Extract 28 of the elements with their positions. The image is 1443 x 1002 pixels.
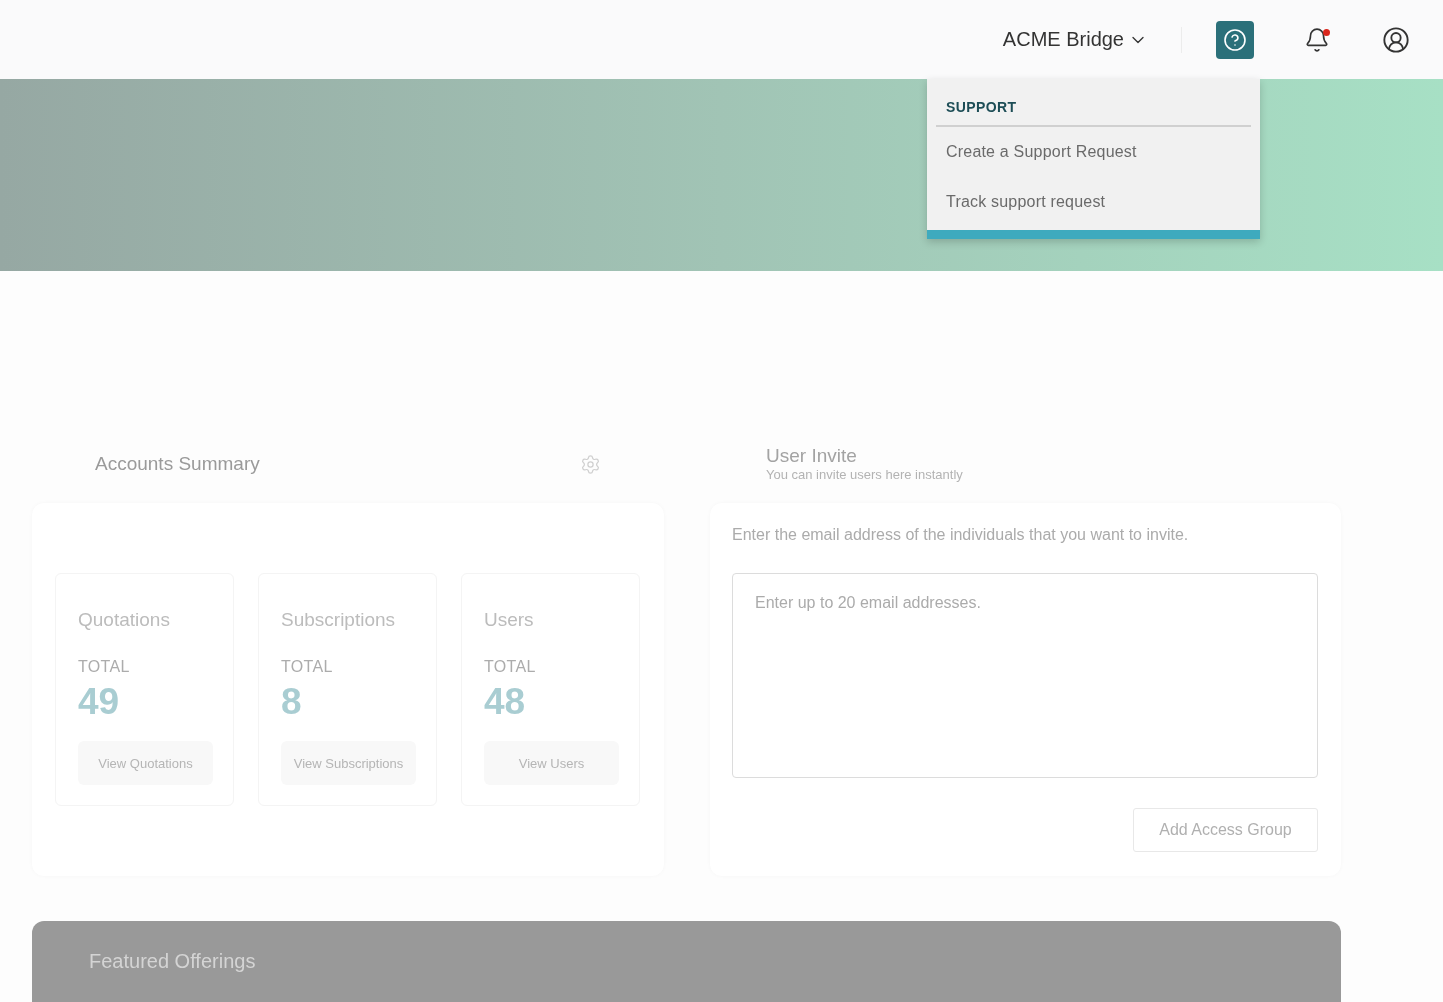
help-icon [1223,27,1247,52]
section-subtitle: You can invite users here instantly [766,467,963,483]
bell-icon [1304,26,1330,53]
stat-value: 8 [281,682,302,722]
notifications-button[interactable] [1304,26,1330,53]
section-title: Accounts Summary [95,454,260,474]
email-field[interactable]: Enter up to 20 email addresses. [732,573,1318,778]
menu-item[interactable]: Track support request [927,177,1260,227]
account-switcher[interactable]: ACME Bridge [1002,28,1148,51]
stat-label: TOTAL [484,658,536,676]
view-button[interactable]: View Subscriptions [281,741,416,785]
section-title: User Invite [766,445,857,467]
view-button[interactable]: View Quotations [78,741,213,785]
stat-value: 48 [484,682,526,722]
help-button[interactable] [1216,20,1254,59]
menu-heading: SUPPORT [945,98,1018,117]
instructions-text: Enter the email address of the individuals that you want to invite. [732,525,1189,545]
user-avatar-icon [1382,25,1410,54]
stat-value: 49 [78,682,120,722]
stat-title: Users [484,610,534,630]
section-title: Featured Offerings [89,951,256,971]
profile-button[interactable] [1382,25,1410,54]
stat-label: TOTAL [78,658,130,676]
stat-title: Quotations [78,610,170,630]
stat-label: TOTAL [281,658,333,676]
stat-title: Subscriptions [281,610,396,630]
menu-item[interactable]: Create a Support Request [927,127,1260,177]
view-button[interactable]: View Users [484,741,619,785]
